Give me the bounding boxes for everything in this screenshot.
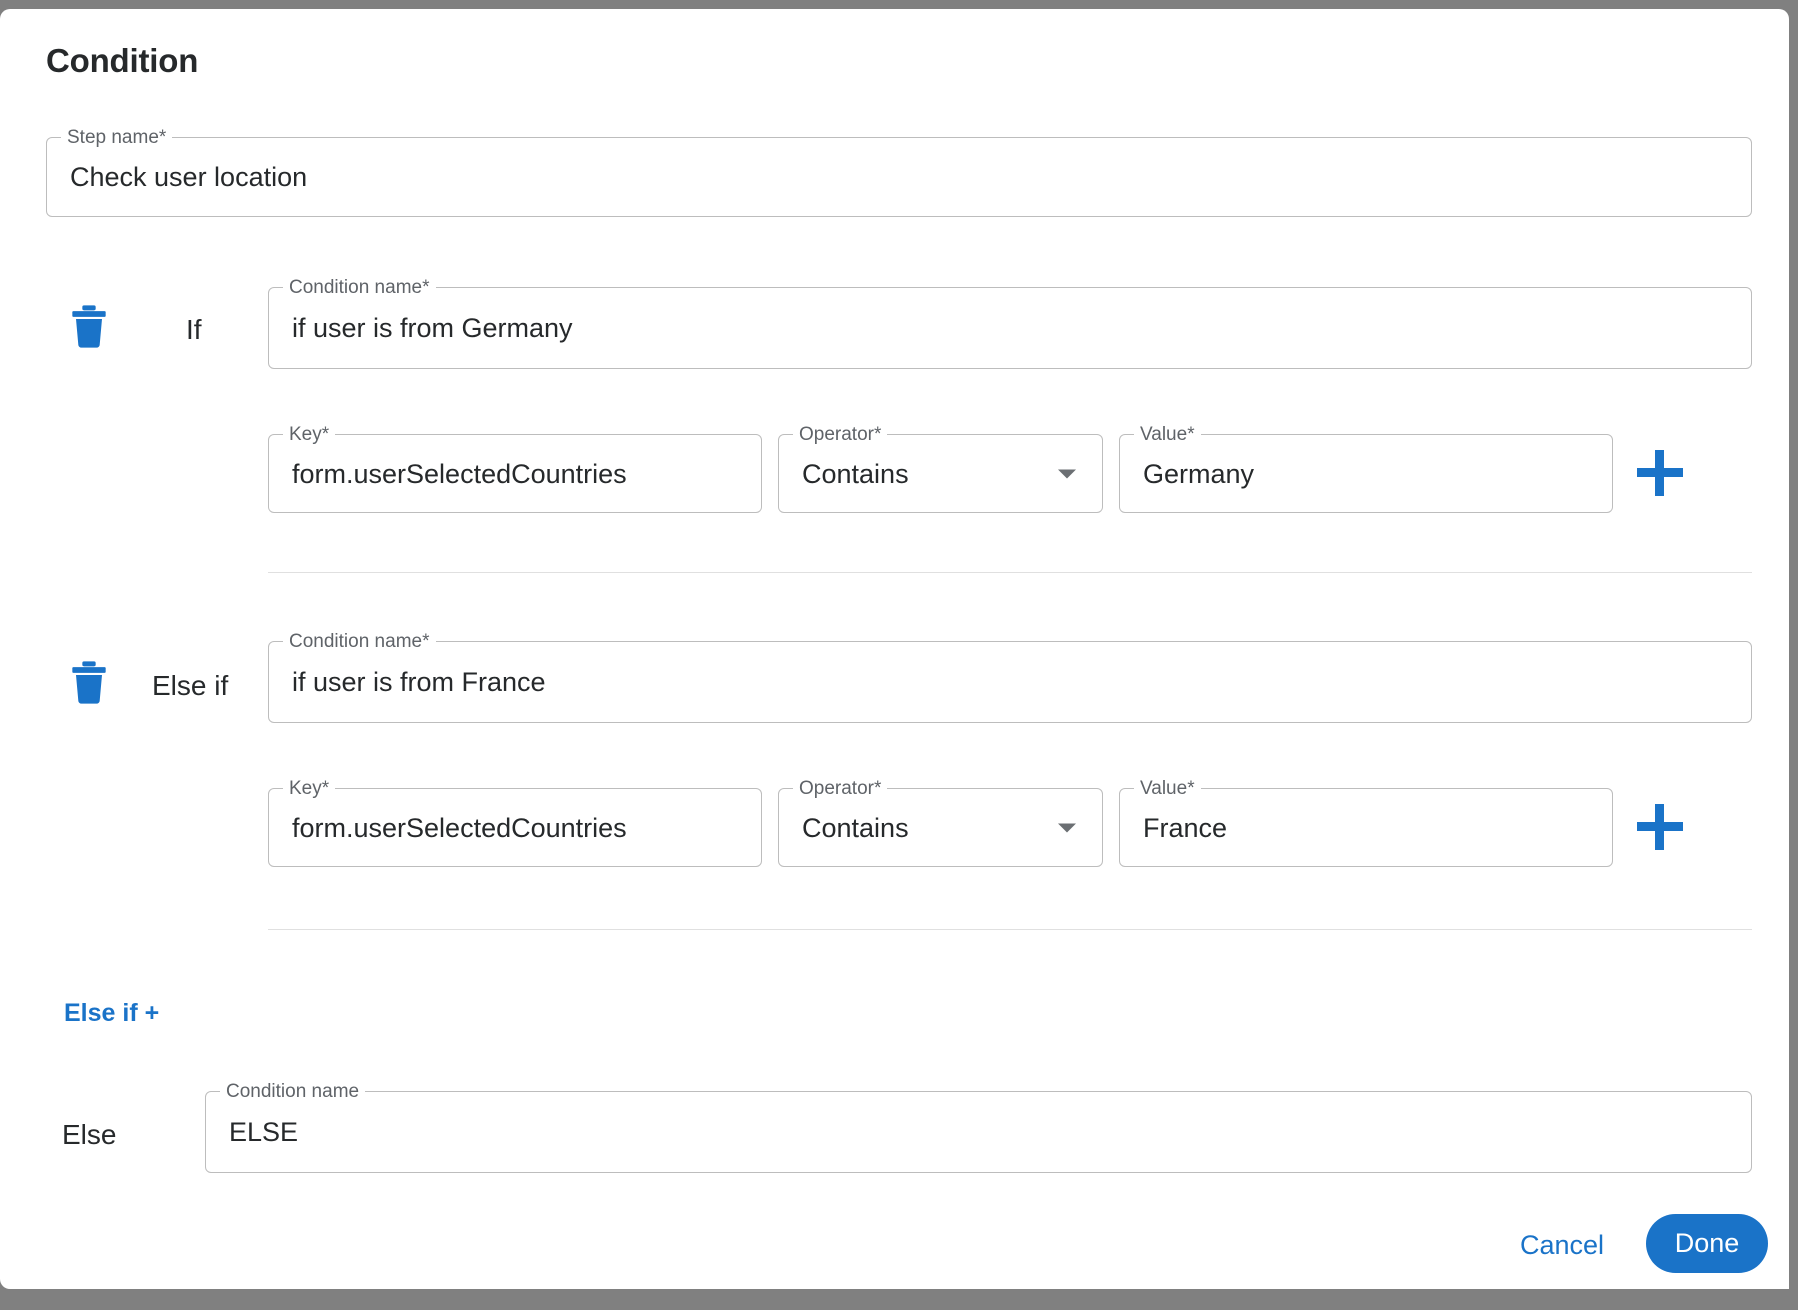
trash-icon	[72, 661, 106, 704]
value-field-2[interactable]: Value* France	[1119, 777, 1613, 867]
add-else-if-link[interactable]: Else if +	[64, 999, 159, 1028]
else-condition-name-label: Condition name	[220, 1080, 366, 1104]
operator-label-1: Operator*	[793, 423, 888, 447]
key-label-1: Key*	[283, 423, 336, 447]
operator-select-2[interactable]: Operator* Contains	[778, 777, 1103, 867]
page-title: Condition	[46, 42, 199, 79]
key-field-2[interactable]: Key* form.userSelectedCountries	[268, 777, 762, 867]
branch-label-else-if: Else if	[152, 670, 229, 701]
section-divider-1	[268, 572, 1752, 573]
else-condition-name-value: ELSE	[229, 1117, 299, 1147]
delete-condition-button-1[interactable]	[69, 305, 109, 349]
step-name-value: Check user location	[70, 162, 308, 192]
key-value-2: form.userSelectedCountries	[292, 812, 627, 843]
cancel-button[interactable]: Cancel	[1520, 1230, 1604, 1261]
value-label-2: Value*	[1134, 777, 1201, 801]
operator-select-1[interactable]: Operator* Contains	[778, 423, 1103, 513]
section-divider-2	[268, 929, 1752, 930]
key-value-1: form.userSelectedCountries	[292, 458, 627, 489]
value-value-2: France	[1143, 812, 1228, 843]
condition-name-value-2: if user is from France	[292, 667, 546, 697]
condition-dialog: Condition Step name* Check user location…	[0, 9, 1789, 1289]
branch-label-else: Else	[62, 1119, 117, 1150]
step-name-field[interactable]: Step name* Check user location	[46, 126, 1752, 217]
trash-icon	[72, 305, 106, 348]
else-condition-name-field[interactable]: Condition name ELSE	[205, 1080, 1752, 1173]
add-rule-button-1[interactable]	[1637, 450, 1683, 496]
condition-name-value-1: if user is from Germany	[292, 313, 573, 343]
done-button[interactable]: Done	[1646, 1214, 1768, 1273]
add-rule-button-2[interactable]	[1637, 804, 1683, 850]
branch-label-if: If	[186, 314, 202, 345]
screen: Condition Step name* Check user location…	[0, 0, 1798, 1310]
value-field-1[interactable]: Value* Germany	[1119, 423, 1613, 513]
value-label-1: Value*	[1134, 423, 1201, 447]
step-name-label: Step name*	[61, 126, 173, 150]
value-value-1: Germany	[1143, 458, 1255, 489]
operator-label-2: Operator*	[793, 777, 888, 801]
condition-name-label-1: Condition name*	[283, 276, 436, 300]
key-label-2: Key*	[283, 777, 336, 801]
condition-name-label-2: Condition name*	[283, 630, 436, 654]
chevron-down-icon	[1058, 823, 1076, 832]
delete-condition-button-2[interactable]	[69, 661, 109, 705]
condition-name-field-1[interactable]: Condition name* if user is from Germany	[268, 276, 1752, 369]
operator-value-2: Contains	[802, 812, 909, 843]
key-field-1[interactable]: Key* form.userSelectedCountries	[268, 423, 762, 513]
operator-value-1: Contains	[802, 458, 909, 489]
chevron-down-icon	[1058, 469, 1076, 478]
condition-name-field-2[interactable]: Condition name* if user is from France	[268, 630, 1752, 723]
